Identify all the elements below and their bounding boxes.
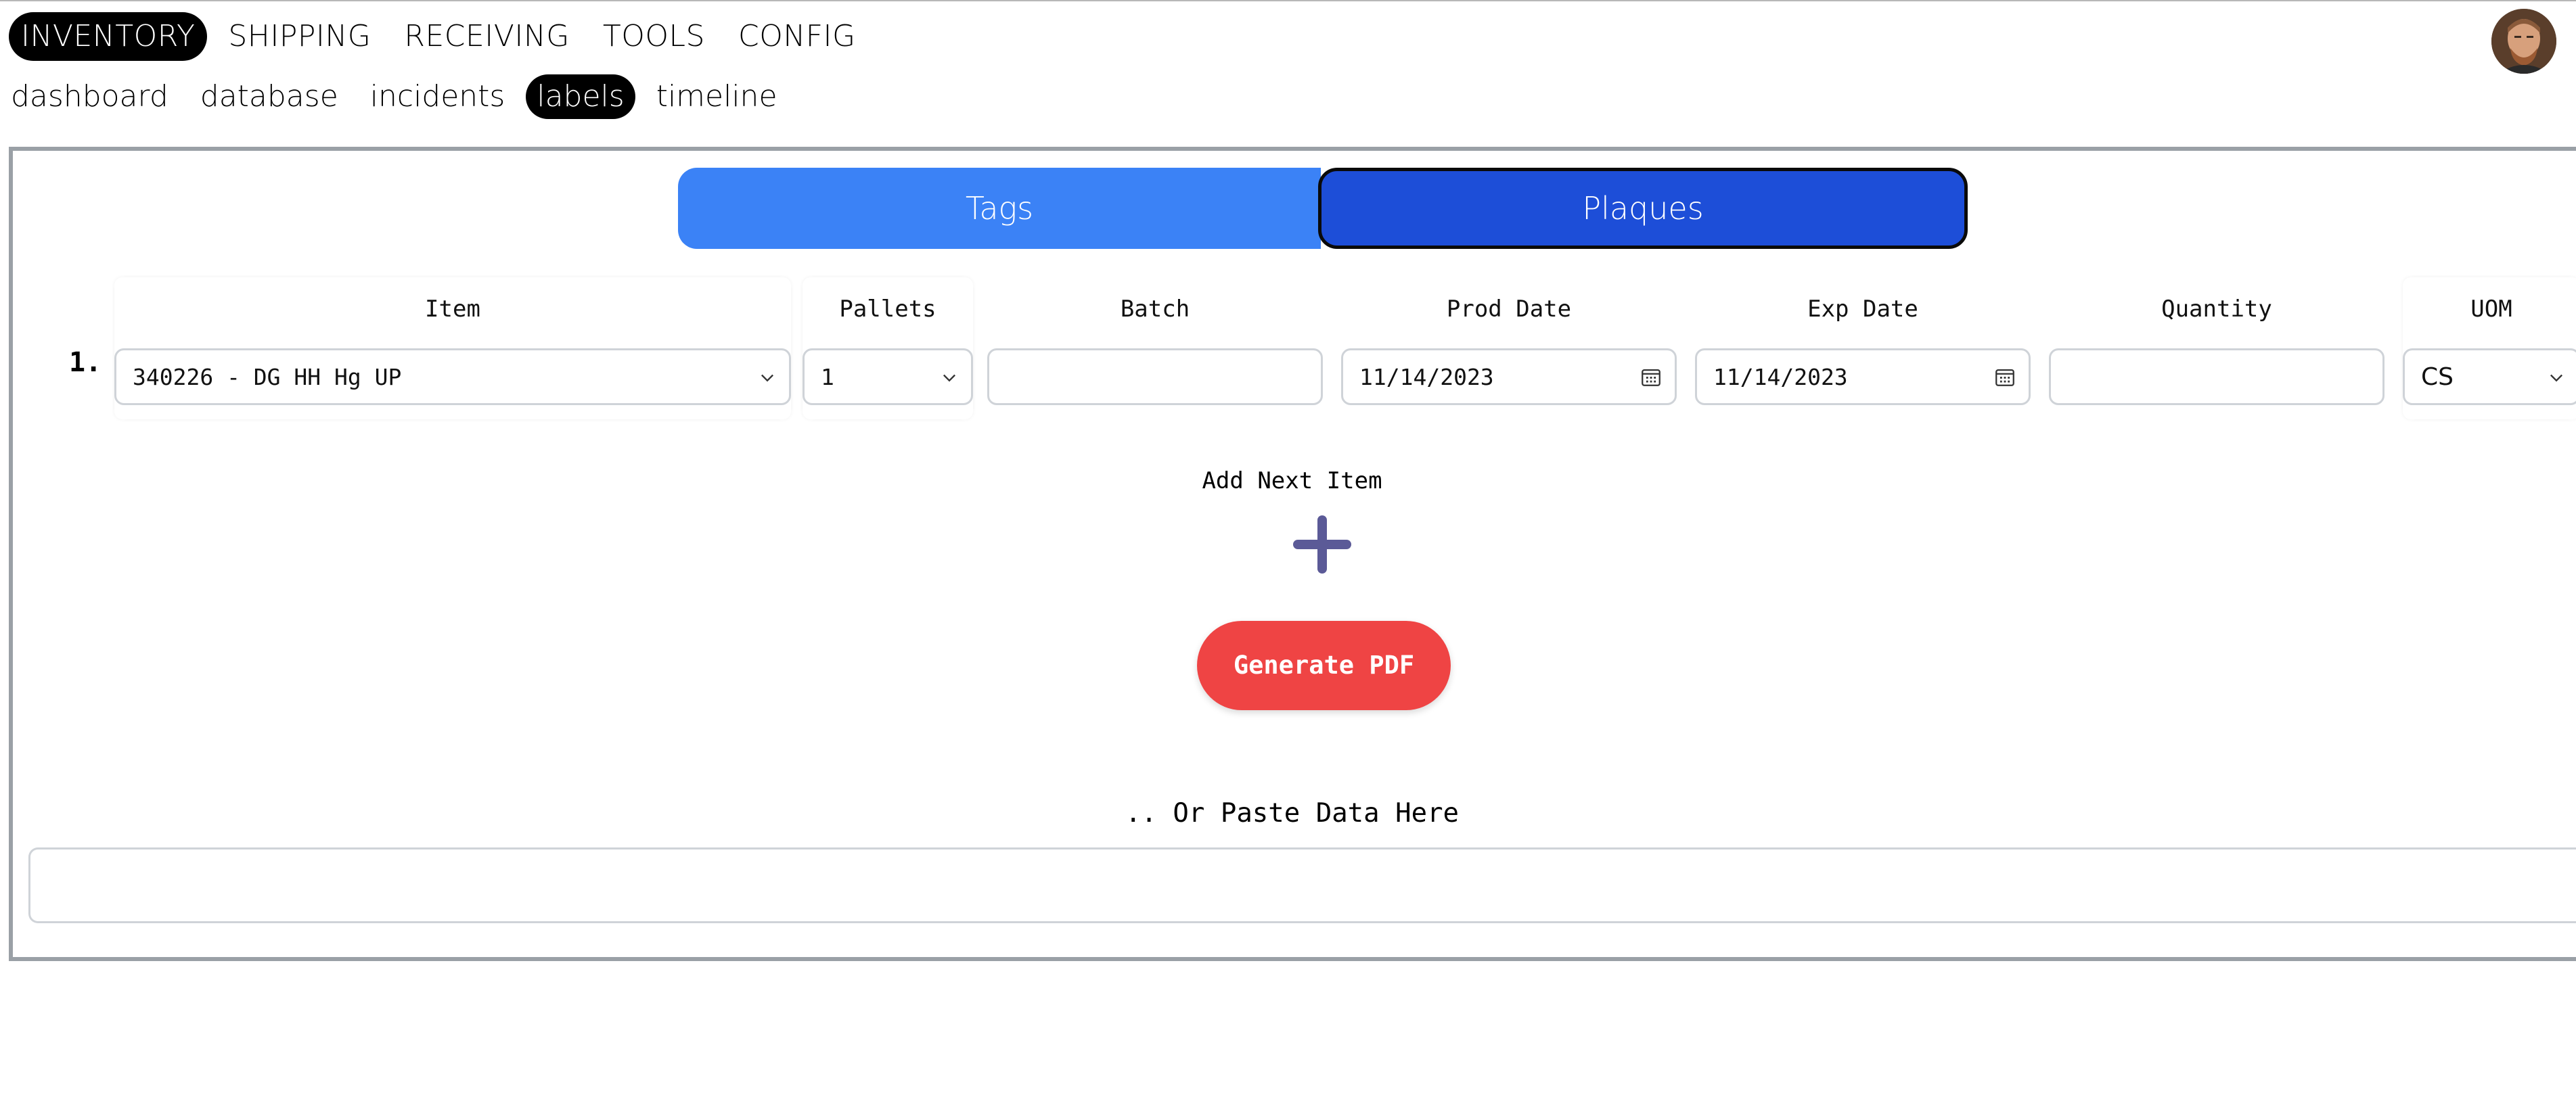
nav-receiving[interactable]: RECEIVING: [392, 12, 581, 61]
subnav-timeline[interactable]: timeline: [646, 74, 788, 119]
column-uom: UOM CS: [2403, 277, 2576, 419]
chevron-down-icon: [761, 374, 773, 382]
chevron-down-icon: [2550, 374, 2562, 382]
column-label-exp-date: Exp Date: [1807, 296, 1918, 323]
exp-date-input[interactable]: 11/14/2023: [1695, 348, 2031, 405]
prod-date-input[interactable]: 11/14/2023: [1341, 348, 1677, 405]
add-next-item-label: Add Next Item: [1202, 467, 1382, 494]
item-select-value: 340226 - DG HH Hg UP: [133, 363, 402, 390]
row-number: 1.: [69, 347, 102, 378]
column-label-prod-date: Prod Date: [1446, 296, 1572, 323]
column-item: Item 340226 - DG HH Hg UP: [114, 277, 791, 419]
subnav-labels[interactable]: labels: [526, 74, 635, 119]
column-label-item: Item: [425, 296, 480, 323]
exp-date-value: 11/14/2023: [1713, 363, 1848, 390]
nav-config[interactable]: CONFIG: [726, 12, 868, 61]
paste-data-label: .. Or Paste Data Here: [1125, 798, 1460, 829]
column-prod-date: Prod Date 11/14/2023: [1341, 277, 1677, 419]
labels-panel: Tags Plaques 1. Item 340226 - DG HH Hg U…: [9, 147, 2576, 961]
user-avatar[interactable]: [2491, 9, 2556, 74]
uom-select[interactable]: CS: [2403, 348, 2576, 405]
generate-pdf-button[interactable]: Generate PDF: [1197, 621, 1451, 710]
column-batch: Batch: [987, 277, 1323, 419]
nav-tools[interactable]: TOOLS: [591, 12, 717, 61]
plus-icon[interactable]: [1292, 514, 1353, 575]
label-type-toggle: Tags Plaques: [678, 168, 1968, 249]
avatar-image: [2491, 9, 2556, 74]
tab-plaques[interactable]: Plaques: [1318, 168, 1968, 249]
chevron-down-icon: [943, 374, 955, 382]
subnav-dashboard[interactable]: dashboard: [0, 74, 179, 119]
column-label-uom: UOM: [2470, 296, 2512, 323]
column-label-pallets: Pallets: [839, 296, 936, 323]
subnav-database[interactable]: database: [189, 74, 349, 119]
calendar-icon[interactable]: [1640, 365, 1663, 388]
secondary-nav: dashboard database incidents labels time…: [0, 72, 798, 121]
column-label-quantity: Quantity: [2161, 296, 2272, 323]
prod-date-value: 11/14/2023: [1359, 363, 1494, 390]
tab-tags[interactable]: Tags: [678, 168, 1321, 249]
nav-inventory[interactable]: INVENTORY: [9, 12, 208, 61]
nav-shipping[interactable]: SHIPPING: [216, 12, 383, 61]
pallets-select-value: 1: [821, 363, 834, 390]
quantity-input[interactable]: [2049, 348, 2385, 405]
pallets-select[interactable]: 1: [803, 348, 973, 405]
primary-nav: INVENTORY SHIPPING RECEIVING TOOLS CONFI…: [9, 11, 877, 62]
column-exp-date: Exp Date 11/14/2023: [1695, 277, 2031, 419]
item-select[interactable]: 340226 - DG HH Hg UP: [114, 348, 791, 405]
calendar-icon[interactable]: [1993, 365, 2016, 388]
column-quantity: Quantity: [2049, 277, 2385, 419]
subnav-incidents[interactable]: incidents: [359, 74, 516, 119]
paste-data-input[interactable]: [28, 847, 2576, 923]
column-pallets: Pallets 1: [803, 277, 973, 419]
column-label-batch: Batch: [1120, 296, 1190, 323]
window-top-border: [0, 0, 2576, 1]
uom-select-value: CS: [2421, 363, 2454, 391]
batch-input[interactable]: [987, 348, 1323, 405]
